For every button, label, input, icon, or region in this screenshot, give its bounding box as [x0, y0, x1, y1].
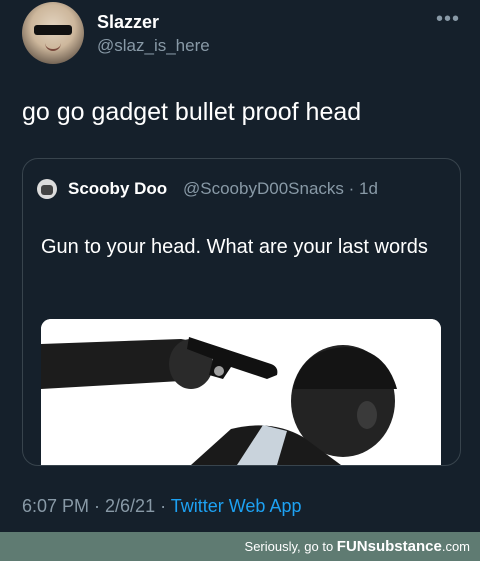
footer-prefix: Seriously, go to: [244, 539, 337, 554]
timestamp[interactable]: 6:07 PM · 2/6/21 ·: [22, 496, 171, 516]
footer-suffix: .com: [441, 539, 470, 554]
user-avatar[interactable]: [22, 2, 84, 64]
quoted-display-name: Scooby Doo: [68, 179, 168, 198]
tweet-text: go go gadget bullet proof head: [22, 98, 362, 126]
quoted-tweet[interactable]: Scooby Doo @ScoobyD00Snacks · 1d Gun to …: [22, 158, 461, 466]
tweet-meta: 6:07 PM · 2/6/21 · Twitter Web App: [22, 496, 301, 517]
mouth-icon: [45, 43, 61, 51]
watermark-footer: Seriously, go to FUNsubstance.com: [0, 532, 480, 561]
display-name[interactable]: Slazzer: [97, 12, 159, 33]
tweet: Slazzer @slaz_is_here ••• go go gadget b…: [0, 0, 480, 532]
footer-brand[interactable]: FUNsubstance: [337, 538, 442, 555]
quoted-tweet-text: Gun to your head. What are your last wor…: [41, 236, 428, 258]
user-handle[interactable]: @slaz_is_here: [97, 36, 210, 56]
quoted-tweet-image[interactable]: [41, 319, 441, 465]
more-horizontal-icon[interactable]: •••: [436, 8, 460, 31]
gun-to-head-illustration: [41, 319, 441, 465]
quoted-user-avatar: [37, 179, 57, 199]
dog-icon: [41, 185, 53, 195]
quoted-handle-time: @ScoobyD00Snacks · 1d: [183, 179, 378, 198]
sunglasses-icon: [34, 25, 72, 35]
source-link[interactable]: Twitter Web App: [171, 496, 302, 516]
